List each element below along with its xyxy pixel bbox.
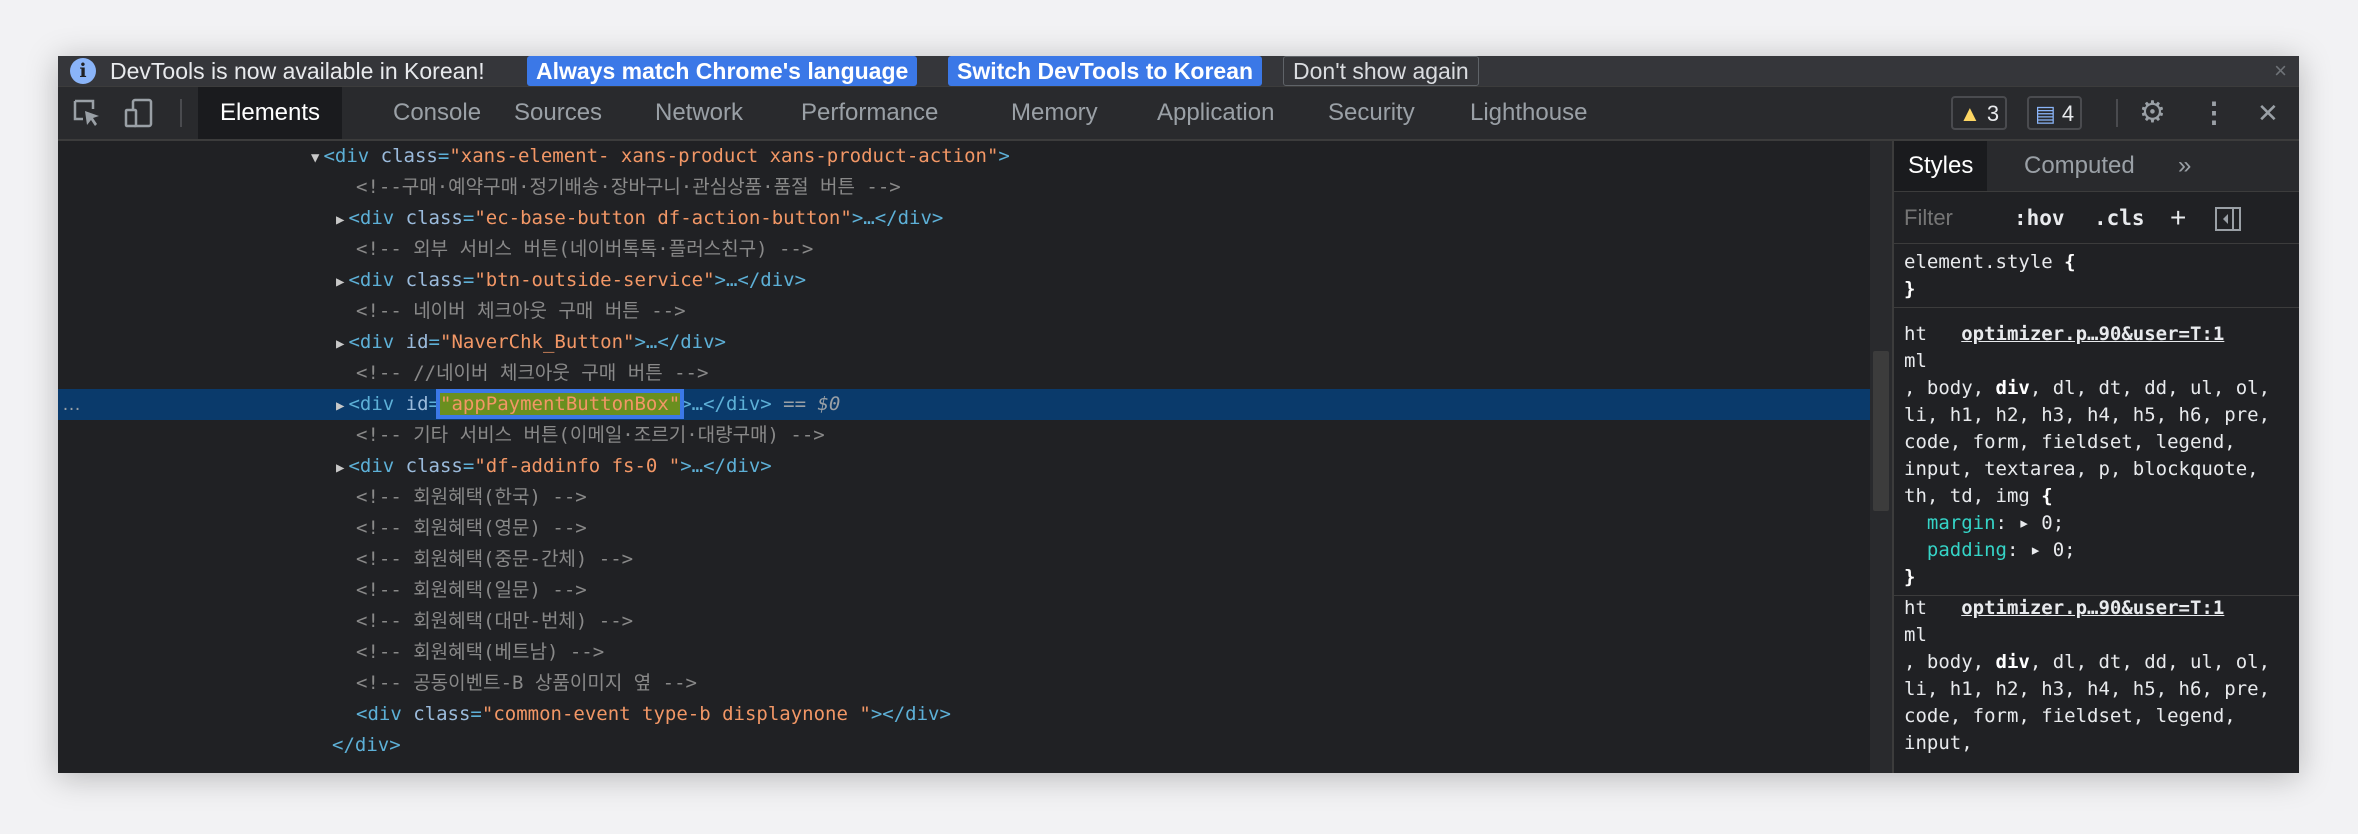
expand-triangle-icon[interactable]: ▶	[336, 336, 344, 352]
tab-lighthouse[interactable]: Lighthouse	[1448, 87, 1609, 139]
messages-count: 4	[2061, 101, 2075, 126]
dont-show-again-button[interactable]: Don't show again	[1283, 56, 1479, 86]
toolbar-separator	[2116, 99, 2118, 127]
new-style-rule-icon[interactable]: +	[2170, 201, 2186, 235]
dom-comment-line[interactable]: <!--구매·예약구매·정기배송·장바구니·관심상품·품절 버튼 -->	[58, 172, 1870, 203]
dom-comment-line[interactable]: <!-- 네이버 체크아웃 구매 버튼 -->	[58, 296, 1870, 327]
dom-node-line[interactable]: ▶ <div class="df-addinfo fs-0 ">…</div>	[58, 451, 1870, 482]
message-icon: ▤	[2035, 101, 2056, 126]
tab-styles[interactable]: Styles	[1894, 141, 1988, 191]
more-options-icon[interactable]: ⋮	[2200, 87, 2228, 139]
styles-filter-input[interactable]	[1900, 201, 2013, 235]
tab-console[interactable]: Console	[371, 87, 503, 139]
settings-gear-icon[interactable]: ⚙	[2139, 87, 2166, 139]
tab-network[interactable]: Network	[633, 87, 765, 139]
dom-closing-tag-line[interactable]: </div>	[58, 730, 1870, 761]
infobar-message: DevTools is now available in Korean!	[110, 58, 485, 84]
expand-triangle-icon[interactable]: ▶	[336, 212, 344, 228]
messages-badge[interactable]: ▤ 4	[2027, 96, 2083, 130]
styles-filter-bar: :hov .cls +	[1894, 193, 2299, 244]
dom-comment-line[interactable]: <!-- 회원혜택(한국) -->	[58, 482, 1870, 513]
dom-node-line[interactable]: ▶ <div class="btn-outside-service">…</div…	[58, 265, 1870, 296]
dom-node-line[interactable]: <div class="common-event type-b displayn…	[58, 699, 1870, 730]
language-infobar: i DevTools is now available in Korean! A…	[58, 56, 2299, 87]
dom-node-line-selected[interactable]: … ▶ <div id="appPaymentButtonBox">…</div> …	[58, 389, 1870, 420]
tab-elements[interactable]: Elements	[198, 87, 343, 139]
tab-sources[interactable]: Sources	[492, 87, 624, 139]
expand-triangle-icon[interactable]: ▶	[336, 398, 344, 414]
elements-scrollbar-thumb[interactable]	[1873, 351, 1889, 511]
tab-application[interactable]: Application	[1135, 87, 1296, 139]
dom-comment-line[interactable]: <!-- 기타 서비스 버튼(이메일·조르기·대량구매) -->	[58, 420, 1870, 451]
dom-comment-line[interactable]: <!-- 회원혜택(대만-번체) -->	[58, 606, 1870, 637]
collapse-triangle-icon[interactable]: ▼	[311, 150, 319, 166]
infobar-close-icon[interactable]: ×	[2274, 56, 2287, 86]
dom-node-line[interactable]: ▼ <div class="xans-element- xans-product …	[58, 141, 1870, 172]
toolbar-separator	[180, 99, 182, 127]
warning-icon: ▲	[1959, 101, 1981, 126]
devtools-window: i DevTools is now available in Korean! A…	[58, 56, 2299, 773]
stylesheet-source-link[interactable]: optimizer.p…90&user=T:1	[1961, 597, 2224, 619]
highlighted-attribute-value: "appPaymentButtonBox"	[435, 389, 685, 419]
expand-triangle-icon[interactable]: ▶	[336, 460, 344, 476]
inspect-element-icon[interactable]	[72, 98, 102, 128]
toggle-sidebar-icon[interactable]	[2214, 206, 2242, 232]
dom-comment-line[interactable]: <!-- 회원혜택(중문-간체) -->	[58, 544, 1870, 575]
style-rule-element-style[interactable]: element.style { }	[1894, 245, 2299, 308]
tab-memory[interactable]: Memory	[989, 87, 1120, 139]
tab-computed[interactable]: Computed	[2010, 141, 2149, 191]
expand-triangle-icon[interactable]: ▶	[336, 274, 344, 290]
elements-scrollbar[interactable]	[1870, 141, 1892, 773]
warnings-badge[interactable]: ▲ 3	[1951, 96, 2008, 130]
styles-tab-bar: Styles Computed »	[1894, 141, 2299, 192]
dom-comment-line[interactable]: <!-- 회원혜택(일문) -->	[58, 575, 1870, 606]
dom-comment-line[interactable]: <!-- 회원혜택(베트남) -->	[58, 637, 1870, 668]
always-match-language-button[interactable]: Always match Chrome's language	[527, 56, 918, 86]
stylesheet-source-link[interactable]: optimizer.p…90&user=T:1	[1961, 323, 2224, 345]
dom-node-line[interactable]: ▶ <div id="NaverChk_Button">…</div>	[58, 327, 1870, 358]
more-tabs-icon[interactable]: »	[2164, 141, 2205, 191]
hov-toggle-button[interactable]: :hov	[2014, 201, 2065, 235]
dom-comment-line[interactable]: <!-- 외부 서비스 버튼(네이버톡톡·플러스친구) -->	[58, 234, 1870, 265]
styles-pane: Styles Computed » :hov .cls + element.st…	[1892, 141, 2299, 773]
cls-toggle-button[interactable]: .cls	[2094, 201, 2145, 235]
style-rule-reset[interactable]: ht optimizer.p…90&user=T:1 ml , body, di…	[1894, 317, 2299, 596]
dom-node-line[interactable]: ▶ <div class="ec-base-button df-action-bu…	[58, 203, 1870, 234]
close-devtools-icon[interactable]: ✕	[2257, 87, 2279, 139]
tab-security[interactable]: Security	[1306, 87, 1437, 139]
tab-performance[interactable]: Performance	[779, 87, 960, 139]
node-actions-dots[interactable]: …	[62, 389, 81, 420]
warnings-count: 3	[1986, 101, 2000, 126]
dom-comment-line[interactable]: <!-- 공동이벤트-B 상품이미지 옆 -->	[58, 668, 1870, 699]
info-icon: i	[70, 58, 96, 84]
dom-comment-line[interactable]: <!-- //네이버 체크아웃 구매 버튼 -->	[58, 358, 1870, 389]
switch-to-korean-button[interactable]: Switch DevTools to Korean	[948, 56, 1263, 86]
style-rule-reset-duplicate[interactable]: ht optimizer.p…90&user=T:1 ml , body, di…	[1894, 591, 2299, 761]
elements-dom-tree: ▼ <div class="xans-element- xans-product …	[58, 141, 1870, 773]
device-toolbar-icon[interactable]	[124, 98, 154, 128]
dom-comment-line[interactable]: <!-- 회원혜택(영문) -->	[58, 513, 1870, 544]
main-tab-bar: Elements Console Sources Network Perform…	[58, 87, 2299, 141]
